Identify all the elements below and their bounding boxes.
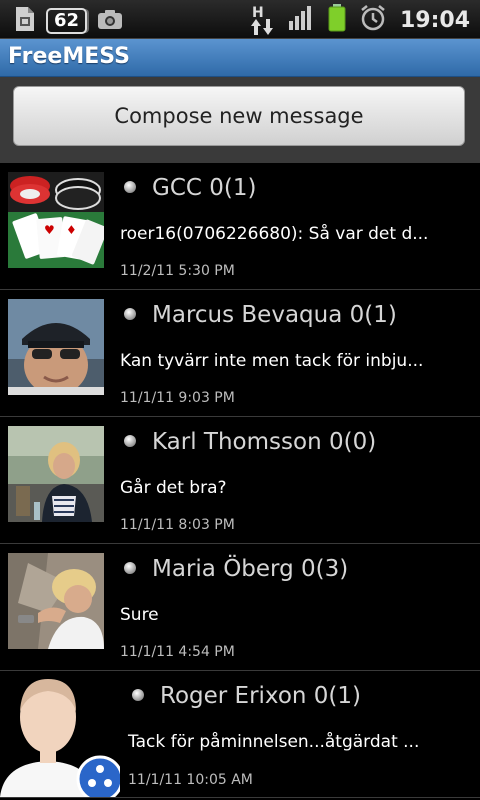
compose-new-message-button[interactable]: Compose new message [13, 86, 465, 146]
status-dot-icon [124, 181, 136, 193]
contact-avatar [8, 553, 104, 649]
message-preview: Går det bra? [120, 478, 227, 498]
screenshot-icon [97, 8, 123, 34]
contact-name: GCC 0(1) [152, 175, 257, 201]
contact-avatar: ♥ ♦ [8, 172, 104, 268]
message-preview: roer16(0706226680): Så var det d... [120, 224, 429, 244]
svg-text:♦: ♦ [66, 223, 77, 237]
message-preview: Kan tyvärr inte men tack för inbju... [120, 351, 424, 371]
app-title-bar: FreeMESS [0, 39, 480, 77]
message-timestamp: 11/1/11 4:54 PM [120, 644, 235, 660]
message-timestamp: 11/1/11 10:05 AM [128, 772, 253, 788]
battery-icon [328, 4, 346, 36]
conversation-row[interactable]: Karl Thomsson 0(0) Går det bra? 11/1/11 … [0, 417, 480, 544]
conversation-row[interactable]: Marcus Bevaqua 0(1) Kan tyvärr inte men … [0, 290, 480, 417]
notification-count-badge: 62 [46, 8, 88, 34]
message-timestamp: 11/2/11 5:30 PM [120, 263, 235, 279]
contact-avatar [8, 426, 104, 522]
conversation-list: ♥ ♦ GCC 0(1) roer16(0706226680): Så var … [0, 163, 480, 798]
status-clock: 19:04 [399, 7, 470, 33]
contact-name: Roger Erixon 0(1) [160, 683, 361, 709]
contact-name: Maria Öberg 0(3) [152, 556, 349, 582]
status-dot-icon [132, 689, 144, 701]
svg-text:♥: ♥ [44, 223, 55, 237]
status-bar: 62 H 19:04 [0, 0, 480, 39]
status-dot-icon [124, 308, 136, 320]
default-contact-avatar [0, 671, 120, 797]
alarm-icon [360, 5, 386, 35]
message-preview: Sure [120, 605, 159, 625]
data-transfer-icon: H [250, 5, 274, 35]
compose-area: Compose new message [0, 77, 480, 163]
contact-name: Marcus Bevaqua 0(1) [152, 302, 397, 328]
message-timestamp: 11/1/11 8:03 PM [120, 517, 235, 533]
status-dot-icon [124, 435, 136, 447]
app-title: FreeMESS [8, 44, 130, 69]
conversation-row[interactable]: Maria Öberg 0(3) Sure 11/1/11 4:54 PM [0, 544, 480, 671]
conversation-row[interactable]: Roger Erixon 0(1) Tack för påminnelsen..… [0, 671, 480, 798]
message-timestamp: 11/1/11 9:03 PM [120, 390, 235, 406]
contact-name: Karl Thomsson 0(0) [152, 429, 377, 455]
contact-avatar [8, 299, 104, 395]
signal-icon [288, 5, 314, 35]
sim-toolkit-icon [14, 6, 36, 36]
status-dot-icon [124, 562, 136, 574]
conversation-row[interactable]: ♥ ♦ GCC 0(1) roer16(0706226680): Så var … [0, 163, 480, 290]
message-preview: Tack för påminnelsen...åtgärdat ... [128, 732, 420, 752]
